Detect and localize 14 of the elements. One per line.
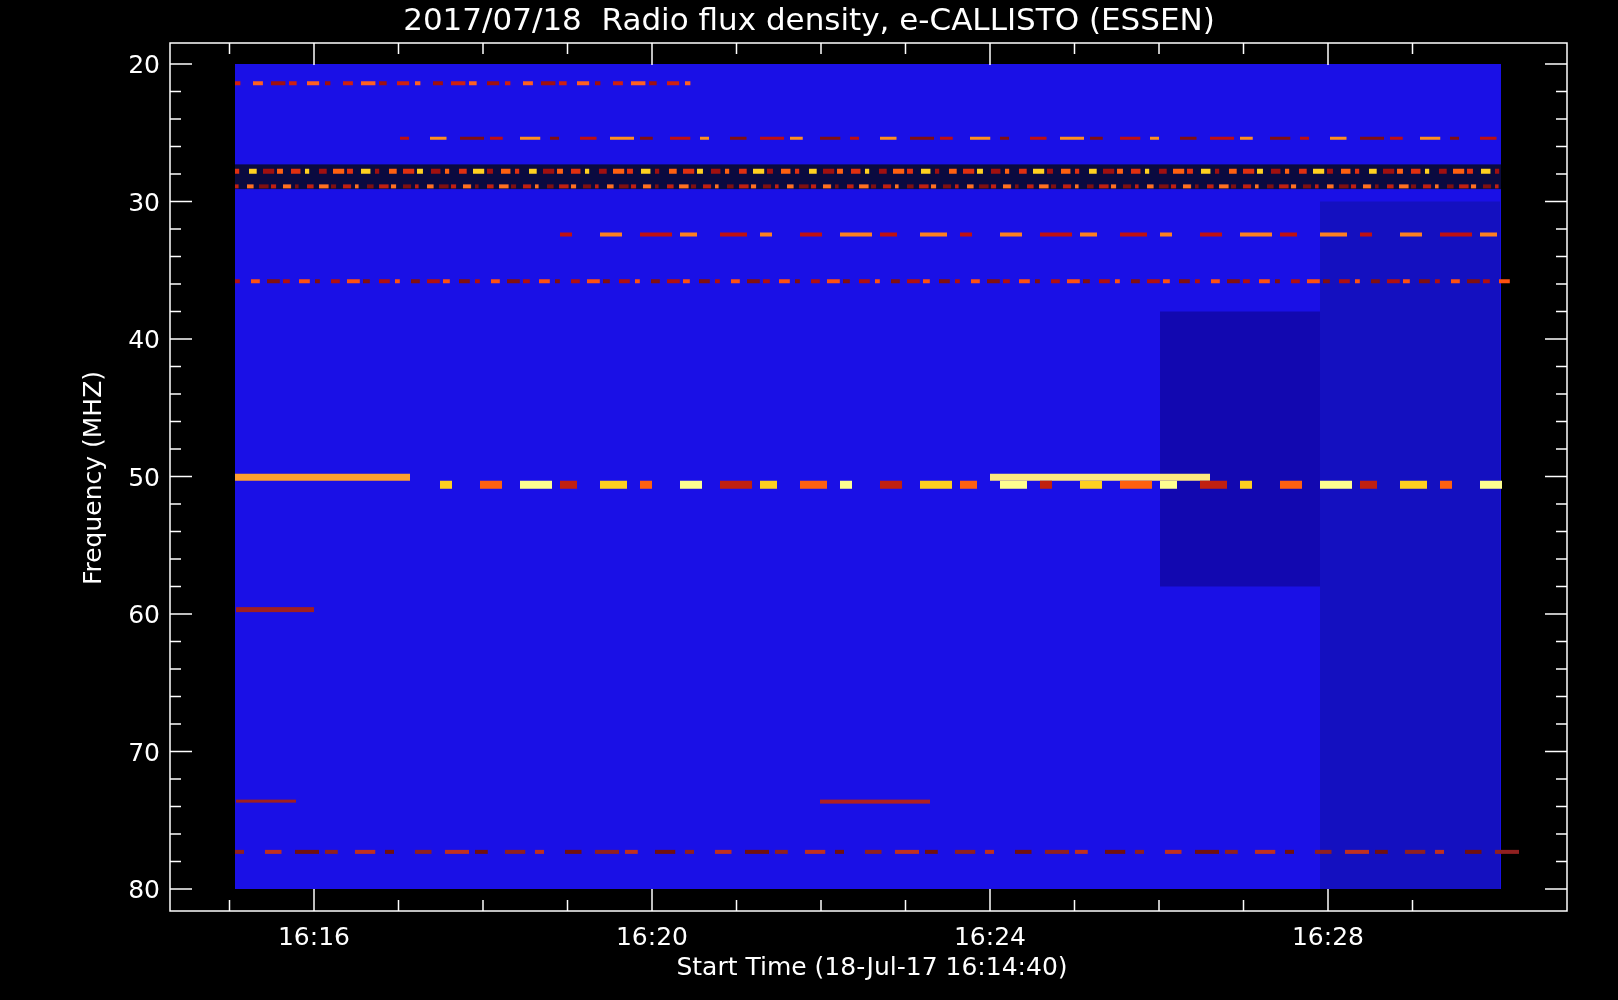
y-tick-label: 30 <box>128 187 160 217</box>
x-tick-label: 16:24 <box>954 922 1026 951</box>
x-tick-label: 16:16 <box>278 922 350 951</box>
x-axis-label: Start Time (18-Jul-17 16:14:40) <box>676 952 1068 981</box>
x-tick-label: 16:28 <box>1292 922 1364 951</box>
y-tick-label: 20 <box>128 50 160 79</box>
y-tick-label: 50 <box>128 462 160 492</box>
chart-title: 2017/07/18 Radio flux density, e-CALLISTO (ESSEN) <box>403 1 1215 37</box>
y-tick-label: 60 <box>128 600 160 629</box>
y-tick-label: 40 <box>128 325 160 354</box>
y-tick-label: 80 <box>128 875 160 904</box>
y-tick-label: 70 <box>128 737 160 767</box>
x-tick-label: 16:20 <box>616 922 688 951</box>
y-axis-label: Frequency (MHZ) <box>78 370 107 586</box>
